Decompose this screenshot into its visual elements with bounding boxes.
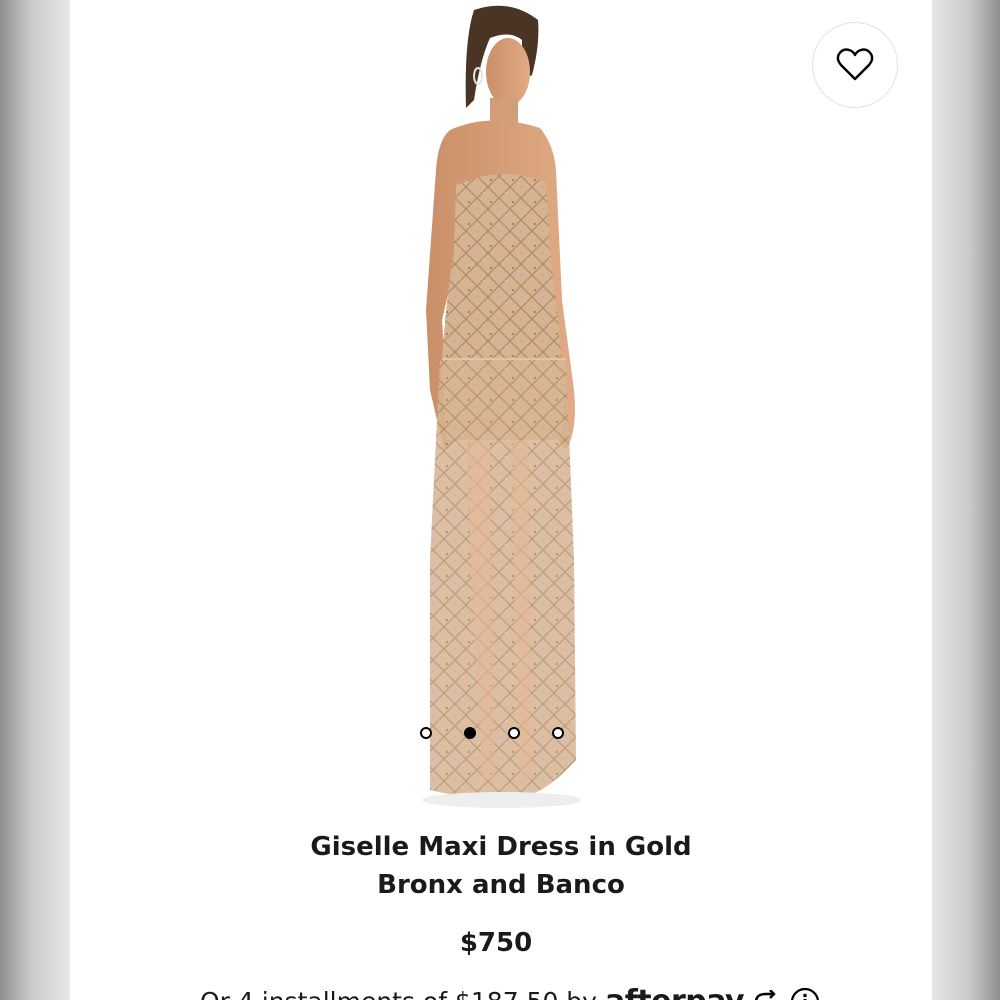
installments-line: Or 4 installments of $187.50 by afterpay — [200, 984, 820, 1000]
carousel-dot-4[interactable] — [552, 727, 564, 739]
installments-text: Or 4 installments of $187.50 by — [200, 987, 597, 1000]
carousel-dot-3[interactable] — [508, 727, 520, 739]
carousel-dot-2[interactable] — [464, 727, 476, 739]
heart-icon — [836, 48, 874, 81]
product-name: Giselle Maxi Dress in Gold — [310, 832, 692, 862]
favorite-button[interactable] — [812, 22, 898, 108]
carousel-dots — [420, 727, 564, 739]
afterpay-logo: afterpay — [605, 984, 745, 1000]
product-brand[interactable]: Bronx and Banco — [70, 866, 932, 904]
product-page: Giselle Maxi Dress in Gold Bronx and Ban… — [70, 0, 932, 1000]
info-icon[interactable] — [790, 987, 820, 1000]
carousel-dot-1[interactable] — [420, 727, 432, 739]
afterpay-arrows-icon — [755, 989, 776, 1000]
product-image[interactable] — [70, 0, 932, 820]
product-price: $750 — [459, 928, 533, 958]
product-title: Giselle Maxi Dress in Gold Bronx and Ban… — [70, 828, 932, 904]
